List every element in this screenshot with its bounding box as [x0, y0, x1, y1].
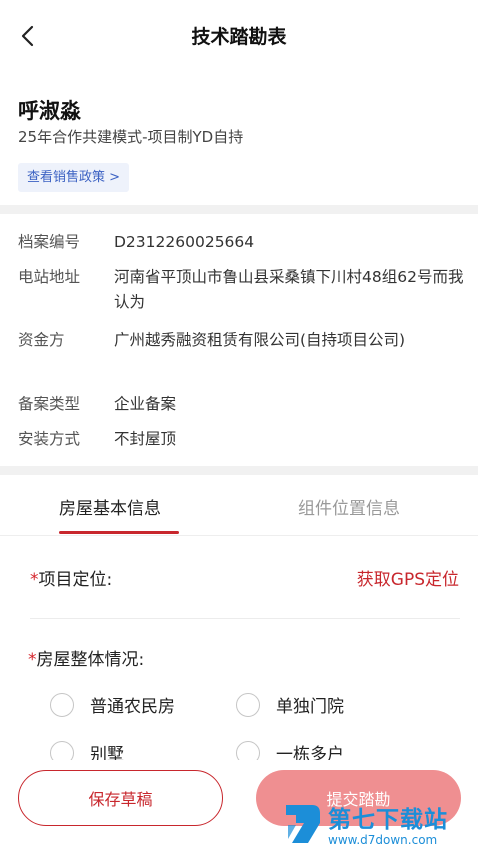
field-divider [30, 618, 460, 619]
page-title: 技术踏勘表 [191, 26, 287, 48]
radio-ordinary-farmhouse[interactable]: 普通农民房 [50, 692, 175, 717]
radio-label: 单独门院 [276, 697, 344, 717]
required-mark: * [30, 570, 39, 590]
save-draft-button[interactable]: 保存草稿 [18, 770, 223, 826]
field-label-text: 房屋整体情况: [36, 650, 145, 670]
active-tab-indicator [59, 531, 179, 534]
nav-bar: 技术踏勘表 [0, 0, 478, 72]
tab-bar: 房屋基本信息 组件位置信息 [0, 478, 478, 536]
get-gps-button[interactable]: 获取GPS定位 [357, 565, 459, 590]
radio-circle[interactable] [50, 692, 74, 717]
info-value: 不封屋顶 [114, 430, 177, 448]
field-label-text: 项目定位: [38, 570, 113, 590]
info-value: 企业备案 [114, 395, 177, 413]
info-value: 广州越秀融资租赁有限公司(自持项目公司) [114, 331, 406, 349]
info-label: 档案编号 [18, 233, 81, 251]
info-value: 河南省平顶山市鲁山县采桑镇下川村48组62号而我认为 [114, 268, 464, 311]
radio-label: 普通农民房 [90, 697, 175, 717]
house-condition-label: *房屋整体情况: [28, 645, 144, 670]
info-label: 资金方 [18, 331, 65, 349]
info-label: 安装方式 [18, 430, 81, 448]
section-separator [0, 205, 478, 214]
info-value: D2312260025664 [114, 233, 255, 251]
view-sales-policy-link[interactable]: 查看销售政策 > [18, 163, 130, 192]
tab-module-position-info[interactable]: 组件位置信息 [298, 494, 400, 519]
cooperation-mode: 25年合作共建模式-项目制YD自持 [18, 128, 244, 146]
info-label: 备案类型 [18, 395, 81, 413]
info-label: 电站地址 [18, 268, 81, 286]
customer-name: 呼淑淼 [18, 99, 81, 123]
watermark-en-text: www.d7down.com [328, 833, 438, 847]
required-mark: * [28, 650, 37, 670]
watermark: 第七下载站 www.d7down.com [282, 800, 448, 847]
radio-circle[interactable] [236, 692, 260, 717]
tab-house-basic-info[interactable]: 房屋基本信息 [59, 494, 161, 519]
radio-separate-courtyard[interactable]: 单独门院 [236, 692, 344, 717]
watermark-logo-icon [286, 804, 320, 843]
project-location-label: *项目定位: [30, 565, 112, 590]
section-separator [0, 466, 478, 475]
watermark-cn-text: 第七下载站 [328, 807, 448, 833]
